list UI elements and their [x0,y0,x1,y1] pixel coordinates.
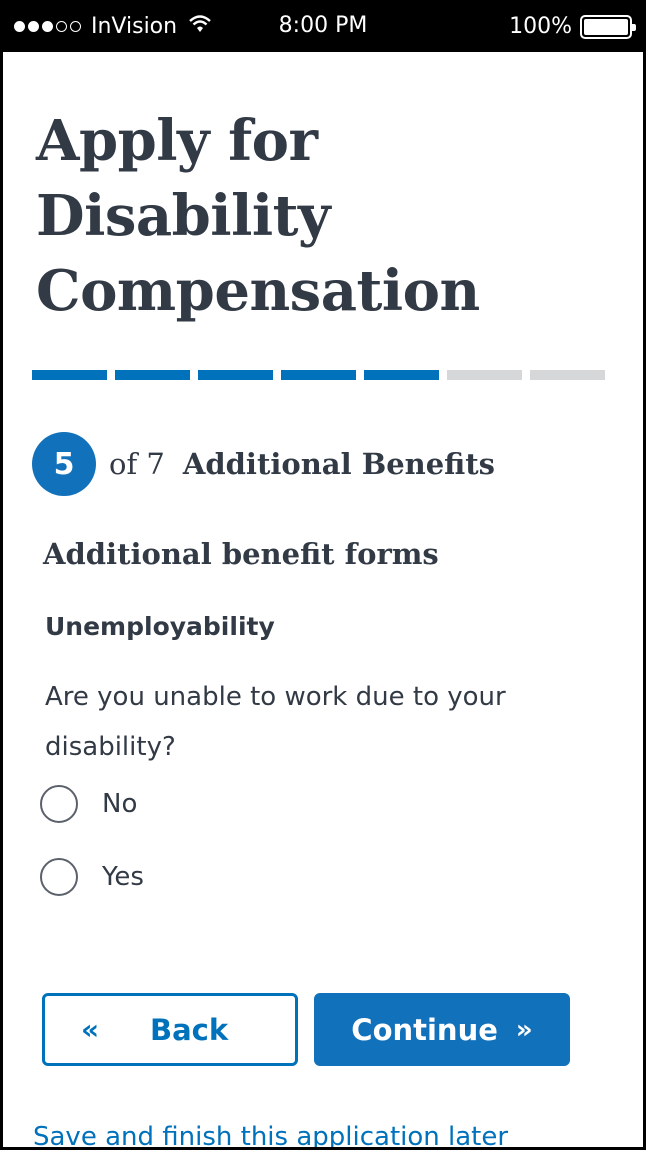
progress-segment-complete [32,370,107,380]
page-title: Apply for Disability Compensation [36,108,480,324]
question-text: Are you unable to work due to your disab… [45,682,506,762]
save-later-link[interactable]: Save and finish this application later [33,1122,508,1147]
progress-segment-incomplete [447,370,522,380]
app-screen: Apply for Disability Compensation 5 of 7… [3,52,643,1147]
radio-option-no[interactable]: No [40,785,137,823]
progress-segment-incomplete [530,370,605,380]
progress-bar [32,370,605,380]
progress-segment-complete [198,370,273,380]
step-number-badge: 5 [32,432,96,496]
radio-button[interactable] [40,785,78,823]
battery-area: 100% [509,14,636,39]
radio-label-yes[interactable]: Yes [102,862,144,892]
battery-icon [580,14,636,39]
status-bar: InVision 8:00 PM 100% [0,0,646,52]
radio-option-yes[interactable]: Yes [40,858,144,896]
step-indicator: 5 of 7 Additional Benefits [32,432,495,496]
step-of-total: of 7 [109,447,165,481]
radio-label-no[interactable]: No [102,789,137,819]
step-title: Additional Benefits [182,447,495,481]
radio-button[interactable] [40,858,78,896]
continue-button-label: Continue [351,1012,498,1047]
battery-percent: 100% [509,14,572,39]
subsection-title: Unemployability [45,612,275,641]
continue-button[interactable]: Continue » [314,993,570,1066]
chevron-double-left-icon: « [81,1013,100,1046]
back-button-label: Back [150,1012,229,1047]
progress-segment-complete [115,370,190,380]
back-button[interactable]: « Back [42,993,298,1066]
progress-segment-complete [281,370,356,380]
chevron-double-right-icon: » [515,1014,533,1045]
section-title: Additional benefit forms [43,537,439,571]
progress-segment-complete [364,370,439,380]
